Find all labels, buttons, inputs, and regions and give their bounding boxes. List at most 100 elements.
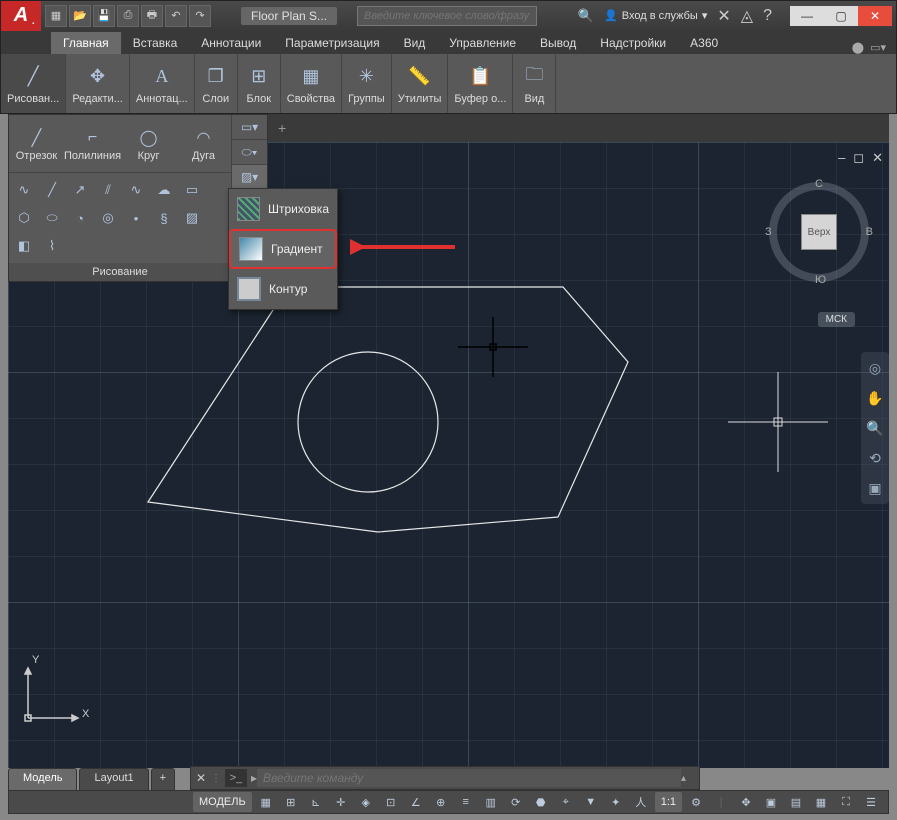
tool-line[interactable]: ╱ Отрезок [9,122,64,166]
nav-showmotion-icon[interactable]: ▣ [865,478,885,498]
nav-pan-icon[interactable]: ✋ [865,388,885,408]
status-gizmo-icon[interactable]: ✦ [605,792,627,812]
status-clean-icon[interactable]: ⛶ [835,792,857,812]
exchange-icon[interactable]: ✕ [717,6,730,26]
filetab-new[interactable]: + [268,114,296,142]
command-input[interactable] [257,769,681,787]
command-line[interactable]: ✕ ⋮ >_ ▸ ▴ [190,766,700,790]
infocenter-search-icon[interactable]: 🔍 [578,8,594,24]
ribbon-pin-icon[interactable]: ⬤ [852,41,864,54]
dd-hatch[interactable]: Штриховка [229,189,337,229]
dd-boundary[interactable]: Контур [229,269,337,309]
tool-ellipse-dd[interactable]: ⬭▾ [232,140,267,165]
tab-output[interactable]: Вывод [528,32,588,54]
window-close-button[interactable]: ✕ [858,6,892,26]
tab-a360[interactable]: A360 [678,32,730,54]
status-dynucs-icon[interactable]: ⌖ [555,792,577,812]
tab-manage[interactable]: Управление [437,32,528,54]
status-iso-icon[interactable]: ◈ [355,792,377,812]
qat-redo-icon[interactable]: ↷ [189,5,211,27]
layout-tab-model[interactable]: Модель [8,768,77,790]
dd-gradient[interactable]: Градиент [229,229,337,269]
status-3dosnap-icon[interactable]: ⬣ [530,792,552,812]
tool-ray-icon[interactable]: ↗ [69,179,91,201]
doc-close-button[interactable]: ✕ [872,150,883,166]
panel-properties[interactable]: ▦ Свойства [281,54,342,113]
tool-helix-icon[interactable]: § [153,207,175,229]
status-selfilter-icon[interactable]: ▼ [580,792,602,812]
tool-spline-icon[interactable]: ∿ [13,179,35,201]
tool-rectangle-dd[interactable]: ▭▾ [232,115,267,140]
tool-wipeout-icon[interactable]: ◧ [13,235,35,257]
layout-tab-layout1[interactable]: Layout1 [79,768,148,790]
tool-circle[interactable]: ◯ Круг [121,122,176,166]
qat-save-icon[interactable]: 💾 [93,5,115,27]
nav-wheel-icon[interactable]: ◎ [865,358,885,378]
status-dyn-icon[interactable]: ⊕ [430,792,452,812]
panel-block[interactable]: ⊞ Блок [238,54,281,113]
panel-utilities[interactable]: 📏 Утилиты [392,54,449,113]
status-units-icon[interactable]: ▤ [785,792,807,812]
status-lwt-icon[interactable]: ≡ [455,792,477,812]
status-workspace-icon[interactable]: ✥ [735,792,757,812]
cmdline-close-icon[interactable]: ✕ [191,771,211,785]
tab-home[interactable]: Главная [51,32,121,54]
tool-xline-icon[interactable]: ╱ [41,179,63,201]
infocenter-search-input[interactable] [357,6,537,26]
panel-modify[interactable]: ✥ Редакти... [66,54,130,113]
qat-undo-icon[interactable]: ↶ [165,5,187,27]
app-logo[interactable]: A [1,1,41,31]
help-icon[interactable]: ? [763,7,772,25]
status-polar-icon[interactable]: ✛ [330,792,352,812]
doc-restore-button[interactable]: ◻ [853,150,864,166]
status-model-button[interactable]: МОДЕЛЬ [193,792,252,812]
qat-open-icon[interactable]: 📂 [69,5,91,27]
tool-donut-icon[interactable]: ◎ [97,207,119,229]
panel-layers[interactable]: ❐ Слои [195,54,238,113]
panel-draw[interactable]: ╱ Рисован... [1,54,66,113]
status-ortho-icon[interactable]: ⊾ [305,792,327,812]
tool-point-icon[interactable]: • [125,207,147,229]
panel-annotation[interactable]: A Аннотац... [130,54,195,113]
tool-revcloud-icon[interactable]: ☁ [153,179,175,201]
viewcube-top-face[interactable]: Верх [801,214,837,250]
panel-view[interactable]: 🗀 Вид [513,54,556,113]
layout-tab-add[interactable]: + [151,768,175,790]
status-annomonitor-icon[interactable]: ▣ [760,792,782,812]
signin-button[interactable]: 👤 Вход в службы ▾ [604,9,707,22]
nav-orbit-icon[interactable]: ⟲ [865,448,885,468]
tool-region-icon[interactable]: ▨ [181,207,203,229]
qat-plot-icon[interactable]: 🖶 [141,5,163,27]
cmdline-grip-icon[interactable]: ⋮ [211,773,221,784]
status-custom-icon[interactable]: ☰ [860,792,882,812]
status-cycling-icon[interactable]: ⟳ [505,792,527,812]
a360-icon[interactable]: ◬ [741,6,753,26]
tool-ellipsearc-icon[interactable]: ◔ [69,207,91,229]
nav-zoom-icon[interactable]: 🔍 [865,418,885,438]
status-scale-button[interactable]: 1:1 [655,792,682,812]
tool-3dpoly-icon[interactable]: ⌇ [41,235,63,257]
tab-annotate[interactable]: Аннотации [189,32,273,54]
tab-parametric[interactable]: Параметризация [273,32,391,54]
tool-arc[interactable]: ◠ Дуга [176,122,231,166]
qat-new-icon[interactable]: ▦ [45,5,67,27]
tool-polyline[interactable]: ⌐ Полилиния [64,122,121,166]
status-qprops-icon[interactable]: ▦ [810,792,832,812]
status-transparency-icon[interactable]: ▥ [480,792,502,812]
status-grid-icon[interactable]: ▦ [255,792,277,812]
tool-spline2-icon[interactable]: ∿ [125,179,147,201]
wcs-badge[interactable]: МСК [818,312,855,327]
status-snap-icon[interactable]: ⊞ [280,792,302,812]
viewcube[interactable]: Верх С Ю В З [769,182,869,282]
tool-ellipse-icon[interactable]: ⬭ [41,207,63,229]
status-osnap-icon[interactable]: ⊡ [380,792,402,812]
tool-rect-icon[interactable]: ▭ [181,179,203,201]
doc-minimize-button[interactable]: – [838,150,845,166]
window-minimize-button[interactable]: — [790,6,824,26]
status-track-icon[interactable]: ∠ [405,792,427,812]
tool-hatch-dd[interactable]: ▨▾ [232,165,267,190]
status-annoscale[interactable]: 人 [630,792,652,812]
cmdline-history-icon[interactable]: ▴ [681,773,699,784]
qat-saveas-icon[interactable]: ⎙ [117,5,139,27]
panel-groups[interactable]: ✳ Группы [342,54,392,113]
